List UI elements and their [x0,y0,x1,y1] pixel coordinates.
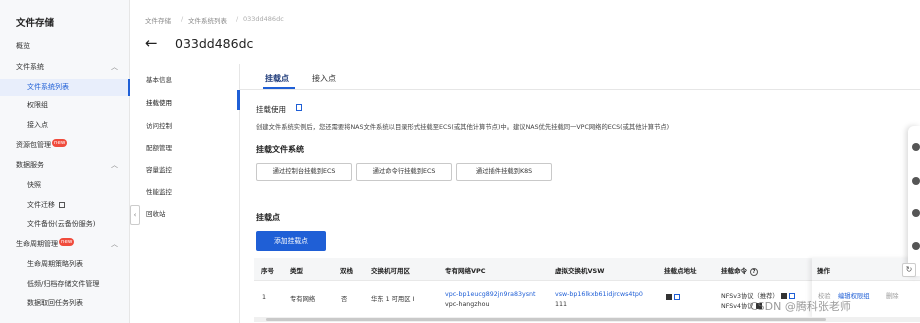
submenu-recycle-bin[interactable]: 回收站 [146,208,166,218]
cell-type: 专有网络 [290,296,316,303]
sidebar-title: 文件存储 [16,18,55,29]
cell-mount-address [666,294,681,301]
column-header: 专有网络VPC [445,267,486,275]
breadcrumb-current: 033dd486dc [243,15,284,23]
mount-via-console-button[interactable]: 通过控制台挂载到ECS [256,163,352,181]
sidebar: 文件存储 概览 文件系统 ︿ 文件系统列表 权限组 接入点 资源包管理 new 数据… [0,0,130,323]
tab-divider [240,89,920,90]
mount-via-k8s-plugin-button[interactable]: 通过插件挂载到K8S [456,163,552,181]
refresh-icon[interactable]: ↻ [902,263,916,277]
mount-filesystem-heading: 挂载文件系统 [256,145,304,154]
cell-dual-stack: 否 [341,296,348,303]
submenu-mount-usage[interactable]: 挂载使用 [146,97,172,107]
sidebar-item-file-backup[interactable]: 文件备份(云备份服务) [0,216,130,233]
breadcrumb-item[interactable]: 文件存储 [145,15,171,25]
chevron-up-icon: ︿ [111,63,118,71]
submenu-access-control[interactable]: 访问控制 [146,120,172,130]
collapse-sidebar-button[interactable]: ‹ [130,205,140,225]
tool-icon[interactable] [912,143,920,151]
column-header: 双栈 [340,267,353,275]
column-header: 挂载点地址 [664,267,697,275]
chevron-up-icon: ︿ [111,161,118,169]
sidebar-group-filesystem[interactable]: 文件系统 ︿ [0,59,130,76]
chevron-up-icon: ︿ [111,240,118,248]
sidebar-group-data-service[interactable]: 数据服务 ︿ [0,157,130,174]
column-header: 交换机可用区 [371,267,410,275]
cell-zone: 华东 1 可用区 I [371,296,415,303]
mount-via-cli-button[interactable]: 通过命令行挂载到ECS [356,163,452,181]
scrollbar-thumb[interactable] [266,318,826,321]
sidebar-item-overview[interactable]: 概览 [0,38,130,55]
sidebar-item-resource-pack[interactable]: 资源包管理 new [0,137,130,154]
watermark: CSDN @腾科张老师 [750,300,851,313]
address-icon [666,294,672,300]
document-icon[interactable] [296,104,302,111]
mount-usage-heading: 挂载使用 [256,105,286,114]
cell-vpc-id-link[interactable]: vpc-bp1eucg892jn9ra83ysnt [445,291,535,298]
sidebar-item-permission-group[interactable]: 权限组 [0,97,130,114]
horizontal-scrollbar[interactable] [254,317,920,322]
sidebar-item-filesystem-list[interactable]: 文件系统列表 [0,79,130,96]
tool-icon[interactable] [912,242,920,250]
column-header: 序号 [261,267,274,275]
submenu-capacity-monitor[interactable]: 容量监控 [146,164,172,174]
breadcrumb-separator: / [236,15,239,23]
mount-points-heading: 挂载点 [256,213,280,222]
breadcrumb-item[interactable]: 文件系统列表 [188,15,227,25]
copy-icon[interactable] [674,294,681,300]
column-header: 虚拟交换机VSW [555,267,605,275]
new-badge: new [59,238,75,246]
breadcrumb-separator: / [181,15,184,23]
sidebar-item-retrieval-tasks[interactable]: 数据取回任务列表 [0,295,130,312]
cell-vpc-name: vpc-hangzhou [445,301,490,308]
mount-usage-description: 创建文件系统实例后，您还需要将NAS文件系统以目录形式挂载至ECS(或其他计算节… [256,124,670,131]
column-header: 挂载命令? [721,265,758,276]
sidebar-item-snapshot[interactable]: 快照 [0,177,130,194]
help-icon[interactable]: ? [750,268,758,276]
tab-mount-points[interactable]: 挂载点 [265,73,289,84]
cell-vsw-id-link[interactable]: vsw-bp16lkxb61idjrcws4tp0 [555,291,643,298]
column-header: 类型 [290,267,303,275]
new-badge: new [52,139,68,147]
add-mount-point-button[interactable]: 添加挂载点 [256,231,326,251]
sidebar-item-file-migration[interactable]: 文件迁移 [0,197,130,214]
submenu-active-indicator [237,90,240,110]
submenu-performance-monitor[interactable]: 性能监控 [146,186,172,196]
tool-icon[interactable] [912,209,920,217]
sidebar-item-cold-file-management[interactable]: 低频/归档存储文件管理 [0,276,130,293]
tab-access-points[interactable]: 接入点 [312,73,336,84]
submenu-quota[interactable]: 配额管理 [146,142,172,152]
op-delete-link[interactable]: 删除 [886,291,899,300]
sidebar-group-lifecycle[interactable]: 生命周期管理 new ︿ [0,236,130,253]
submenu-basic-info[interactable]: 基本信息 [146,74,172,84]
tool-icon[interactable] [912,177,920,185]
sidebar-item-access-point[interactable]: 接入点 [0,117,130,134]
page-title: 033dd486dc [175,36,254,51]
external-link-icon [59,202,65,208]
back-arrow-icon[interactable]: ← [145,34,158,52]
cell-index: 1 [262,294,267,301]
sidebar-item-lifecycle-policies[interactable]: 生命周期策略列表 [0,256,130,273]
cell-vsw-name: 111 [555,301,568,308]
